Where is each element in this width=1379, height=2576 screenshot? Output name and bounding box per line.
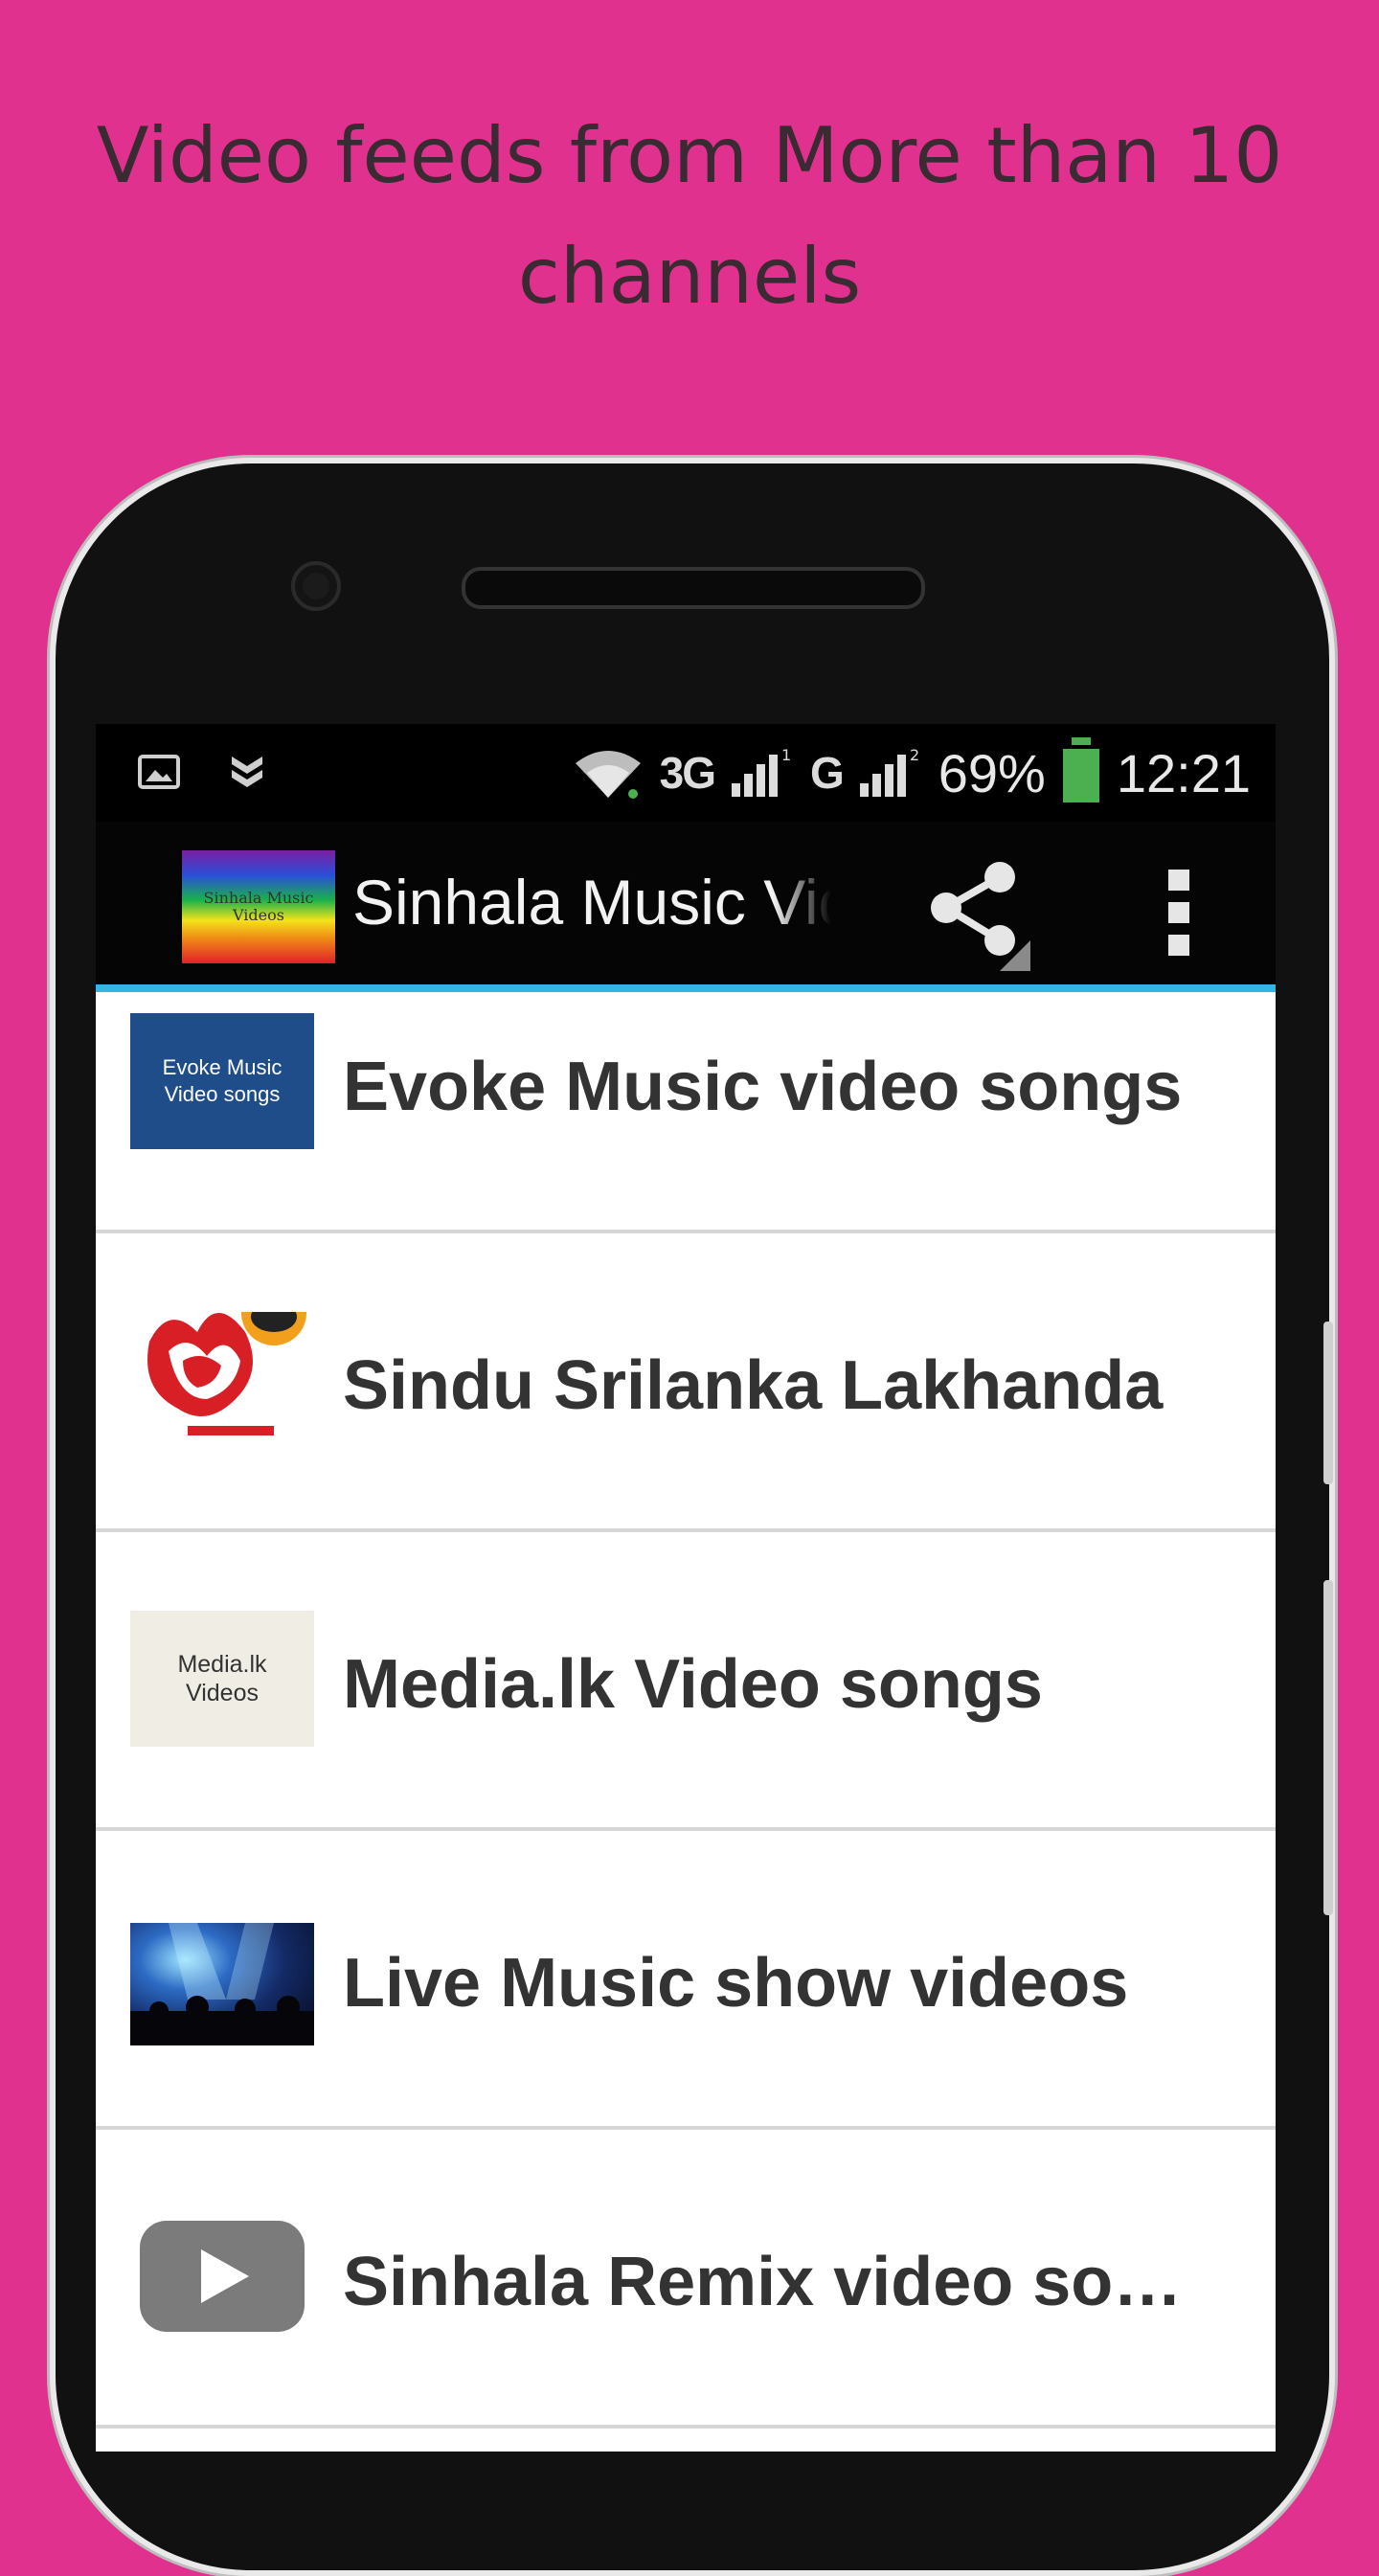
network-type-2: G [809,748,845,798]
power-button [1323,1580,1333,1915]
medialk-thumbnail: Media.lk Videos [130,1611,314,1747]
image-notification-icon [138,755,180,789]
channel-label: Evoke Music video songs [343,1049,1183,1125]
channel-label: Media.lk Video songs [343,1646,1043,1723]
channel-label: Sinhala Remix video songs [343,2244,1199,2320]
app-logo-text: Sinhala Music Videos [203,889,314,924]
battery-icon [1062,737,1099,802]
list-item[interactable]: Sindu Srilanka Lakhanda [96,1233,1276,1532]
evoke-thumbnail: Evoke Music Video songs [130,1013,314,1149]
overflow-menu-icon[interactable] [1161,864,1199,960]
wifi-icon [575,751,641,799]
list-item[interactable]: Live Music show videos [96,1831,1276,2130]
live-show-thumbnail [130,1923,314,2045]
share-icon[interactable] [917,858,1032,973]
front-camera [291,561,341,611]
phone-screen: 3G 1 G 2 69% 12:21 Sinhala Music Videos … [96,724,1276,2452]
volume-button [1323,1322,1333,1484]
evoke-thumbnail-text: Evoke Music Video songs [162,1055,283,1106]
battery-percent: 69% [938,742,1046,803]
list-item[interactable]: Sinhala Remix video songs [96,2130,1276,2429]
app-logo[interactable]: Sinhala Music Videos [182,850,335,963]
action-bar: Sinhala Music Videos Sinhala Music Video… [96,822,1276,992]
svg-text:2: 2 [910,747,919,764]
channel-label: Live Music show videos [343,1945,1129,2022]
network-type-1: 3G [659,748,716,798]
earpiece-speaker [462,567,925,609]
svg-text:1: 1 [781,747,791,764]
medialk-thumbnail-text: Media.lk Videos [177,1651,267,1706]
channel-list: Evoke Music Video songs Evoke Music vide… [96,992,1276,2429]
clock: 12:21 [1116,742,1251,803]
status-bar: 3G 1 G 2 69% 12:21 [96,724,1276,822]
sindu-logo-thumbnail [130,1312,314,1448]
list-item[interactable]: Media.lk Videos Media.lk Video songs [96,1532,1276,1831]
signal-sim1-icon: 1 [731,747,791,797]
app-title: Sinhala Music Videos [352,867,831,938]
signal-sim2-icon: 2 [859,747,919,797]
list-item[interactable]: Evoke Music Video songs Evoke Music vide… [96,992,1276,1233]
promo-headline: Video feeds from More than 10 channels [96,111,1283,321]
download-notification-icon [232,757,262,787]
youtube-play-icon [130,2208,314,2344]
channel-label: Sindu Srilanka Lakhanda [343,1347,1164,1424]
